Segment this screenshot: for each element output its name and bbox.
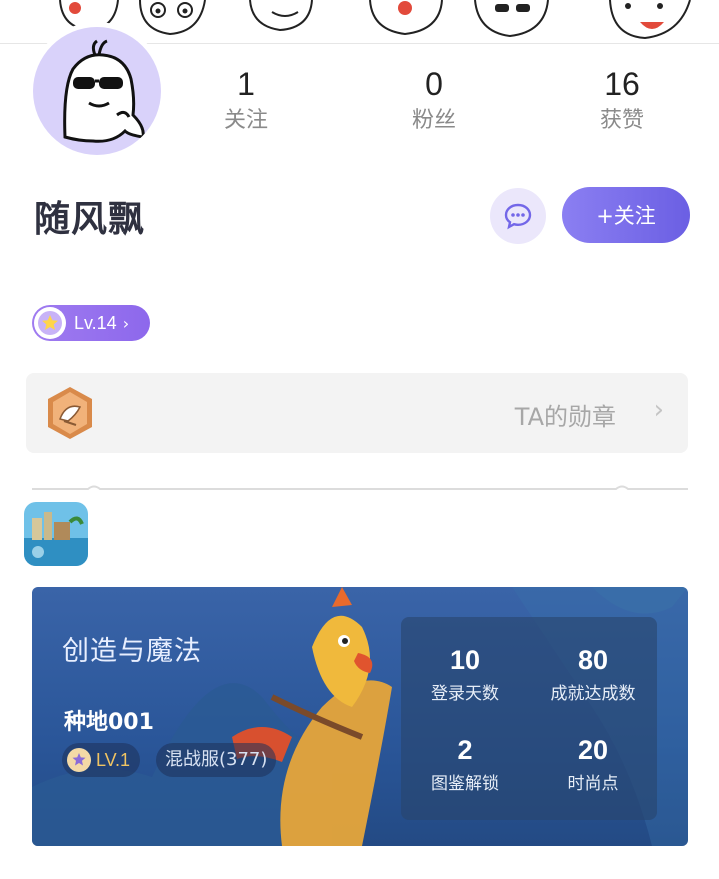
- fans-count: 0: [425, 66, 443, 102]
- fashion-points-value: 20: [577, 735, 609, 765]
- following-count: 1: [237, 66, 255, 102]
- codex-unlock-label: 图鉴解锁: [431, 774, 499, 794]
- fashion-points-stat: 20 时尚点: [529, 733, 657, 794]
- level-badge[interactable]: Lv.14 ›: [32, 305, 150, 341]
- star-icon: [67, 748, 91, 772]
- game-app-icon[interactable]: [24, 502, 88, 566]
- codex-unlock-stat: 2 图鉴解锁: [401, 733, 529, 794]
- role-level-badge: LV.1: [62, 743, 140, 777]
- follow-button[interactable]: +关注: [562, 187, 690, 243]
- username: 随风飘: [34, 199, 146, 240]
- message-button[interactable]: [490, 188, 546, 244]
- role-name: 种地001: [64, 710, 154, 735]
- codex-unlock-value: 2: [457, 735, 473, 765]
- fans-label: 粉丝: [411, 108, 456, 133]
- server-badge: 混战服(377): [156, 743, 277, 777]
- likes-stat[interactable]: 16 获赞: [562, 64, 682, 136]
- login-days-value: 10: [449, 645, 481, 675]
- following-stat[interactable]: 1 关注: [186, 64, 306, 136]
- fans-stat[interactable]: 0 粉丝: [374, 64, 494, 136]
- following-label: 关注: [223, 108, 268, 133]
- chat-bubble-icon: [504, 203, 532, 230]
- user-avatar[interactable]: [28, 22, 166, 160]
- likes-count: 16: [604, 66, 640, 102]
- level-text: Lv.14: [74, 312, 117, 333]
- login-days-stat: 10 登录天数: [401, 643, 529, 704]
- game-title: 创造与魔法: [62, 636, 202, 667]
- game-card[interactable]: 创造与魔法 种地001 LV.1 混战服(377) 10 登录天数 80 成就达…: [32, 587, 688, 846]
- star-icon: [34, 307, 66, 339]
- medal-label: TA的勋章: [514, 403, 616, 431]
- game-stats-panel: 10 登录天数 80 成就达成数 2 图鉴解锁 20 时尚点: [401, 617, 657, 820]
- likes-label: 获赞: [599, 108, 644, 133]
- chevron-right-icon: ›: [122, 313, 130, 333]
- medal-icon: [42, 385, 98, 445]
- achievements-stat: 80 成就达成数: [529, 643, 657, 704]
- fashion-points-label: 时尚点: [567, 774, 619, 794]
- achievements-value: 80: [577, 645, 609, 675]
- achievements-label: 成就达成数: [550, 684, 636, 704]
- medal-row[interactable]: TA的勋章 ›: [26, 373, 688, 453]
- login-days-label: 登录天数: [431, 684, 499, 704]
- chevron-right-icon: ›: [653, 395, 664, 425]
- role-level-text: LV.1: [96, 749, 131, 770]
- section-divider: [32, 485, 688, 490]
- avatar-ghost-sunglasses-icon: [63, 39, 145, 143]
